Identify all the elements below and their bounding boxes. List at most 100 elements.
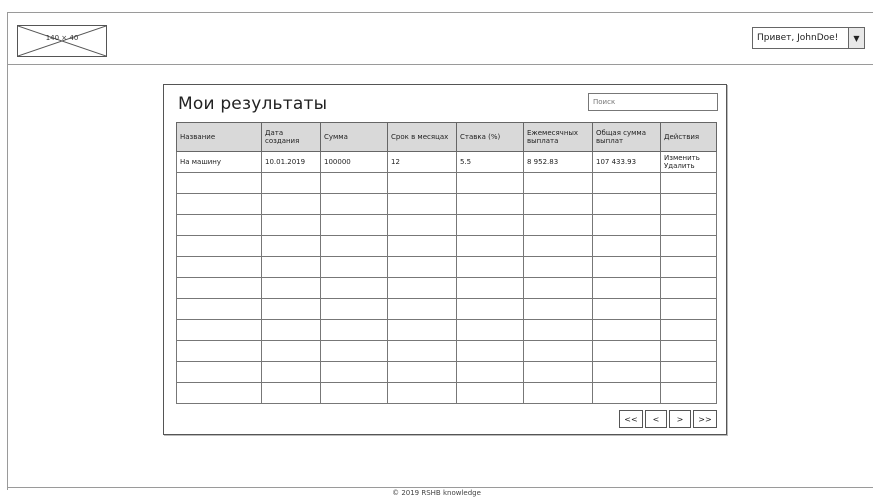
empty-cell [176, 298, 262, 320]
empty-cell [660, 361, 717, 383]
cell-name: На машину [176, 151, 262, 173]
empty-cell [523, 193, 593, 215]
empty-cell [387, 319, 457, 341]
empty-cell [660, 172, 717, 194]
empty-cell [261, 235, 321, 257]
empty-cell [523, 235, 593, 257]
cell-date: 10.01.2019 [261, 151, 321, 173]
empty-cell [320, 361, 388, 383]
empty-cell [456, 172, 524, 194]
empty-cell [660, 256, 717, 278]
empty-cell [456, 340, 524, 362]
empty-cell [456, 193, 524, 215]
logo-placeholder: 140 × 40 [17, 25, 107, 57]
empty-cell [523, 340, 593, 362]
next-page-button[interactable]: > [669, 410, 691, 428]
column-header-actions: Действия [660, 122, 717, 152]
empty-cell [261, 193, 321, 215]
empty-cell [523, 214, 593, 236]
cell-sum: 100000 [320, 151, 388, 173]
empty-cell [387, 340, 457, 362]
empty-cell [456, 214, 524, 236]
search-input[interactable] [588, 93, 718, 111]
empty-cell [387, 193, 457, 215]
empty-cell [176, 214, 262, 236]
empty-cell [261, 277, 321, 299]
caret-down-icon[interactable]: ▼ [848, 28, 864, 48]
table-row [176, 340, 717, 362]
cell-rate: 5.5 [456, 151, 524, 173]
pagination: << < > >> [619, 410, 719, 428]
table-row [176, 298, 717, 320]
results-table: Название Дата создания Сумма Срок в меся… [176, 122, 717, 404]
empty-cell [387, 382, 457, 404]
empty-cell [523, 319, 593, 341]
table-row [176, 319, 717, 341]
table-row [176, 214, 717, 236]
user-greeting: Привет, JohnDoe! [757, 33, 839, 43]
empty-cell [592, 361, 661, 383]
empty-cell [660, 235, 717, 257]
table-row [176, 361, 717, 383]
table-row [176, 193, 717, 215]
page-title: Мои результаты [178, 94, 328, 114]
empty-cell [523, 256, 593, 278]
empty-cell [592, 298, 661, 320]
column-header-sum[interactable]: Сумма [320, 122, 388, 152]
cell-total: 107 433.93 [592, 151, 661, 173]
empty-cell [387, 172, 457, 194]
empty-cell [456, 319, 524, 341]
empty-cell [660, 193, 717, 215]
user-menu-dropdown[interactable]: Привет, JohnDoe! ▼ [752, 27, 865, 49]
first-page-button[interactable]: << [619, 410, 643, 428]
table-row [176, 382, 717, 404]
empty-cell [387, 298, 457, 320]
column-header-name[interactable]: Название [176, 122, 262, 152]
column-header-rate[interactable]: Ставка (%) [456, 122, 524, 152]
empty-cell [320, 319, 388, 341]
table-row [176, 172, 717, 194]
empty-cell [320, 382, 388, 404]
empty-cell [176, 319, 262, 341]
empty-cell [320, 340, 388, 362]
column-header-monthly[interactable]: Ежемесячных выплата [523, 122, 593, 152]
empty-cell [523, 298, 593, 320]
table-header-row: Название Дата создания Сумма Срок в меся… [176, 122, 717, 152]
empty-cell [320, 193, 388, 215]
empty-cell [456, 361, 524, 383]
cell-monthly: 8 952.83 [523, 151, 593, 173]
prev-page-button[interactable]: < [645, 410, 667, 428]
empty-cell [320, 298, 388, 320]
header-divider [7, 64, 873, 65]
empty-cell [456, 256, 524, 278]
delete-link[interactable]: Удалить [664, 162, 713, 170]
column-header-total[interactable]: Общая сумма выплат [592, 122, 661, 152]
table-row[interactable]: На машину 10.01.2019 100000 12 5.5 8 952… [176, 151, 717, 173]
empty-cell [176, 193, 262, 215]
empty-cell [261, 382, 321, 404]
empty-cell [320, 172, 388, 194]
empty-cell [660, 277, 717, 299]
empty-cell [176, 361, 262, 383]
empty-cell [660, 340, 717, 362]
empty-cell [592, 256, 661, 278]
column-header-term[interactable]: Срок в месяцах [387, 122, 457, 152]
empty-cell [660, 214, 717, 236]
empty-cell [660, 319, 717, 341]
empty-cell [261, 340, 321, 362]
cell-actions: Изменить Удалить [660, 151, 717, 173]
column-header-date[interactable]: Дата создания [261, 122, 321, 152]
empty-cell [456, 277, 524, 299]
empty-cell [387, 256, 457, 278]
table-row [176, 235, 717, 257]
empty-cell [523, 382, 593, 404]
edit-link[interactable]: Изменить [664, 154, 713, 162]
empty-cell [387, 277, 457, 299]
empty-cell [456, 298, 524, 320]
footer-copyright: © 2019 RSHB knowledge [392, 489, 481, 497]
empty-cell [592, 214, 661, 236]
empty-cell [592, 382, 661, 404]
empty-cell [176, 172, 262, 194]
empty-cell [261, 361, 321, 383]
last-page-button[interactable]: >> [693, 410, 717, 428]
